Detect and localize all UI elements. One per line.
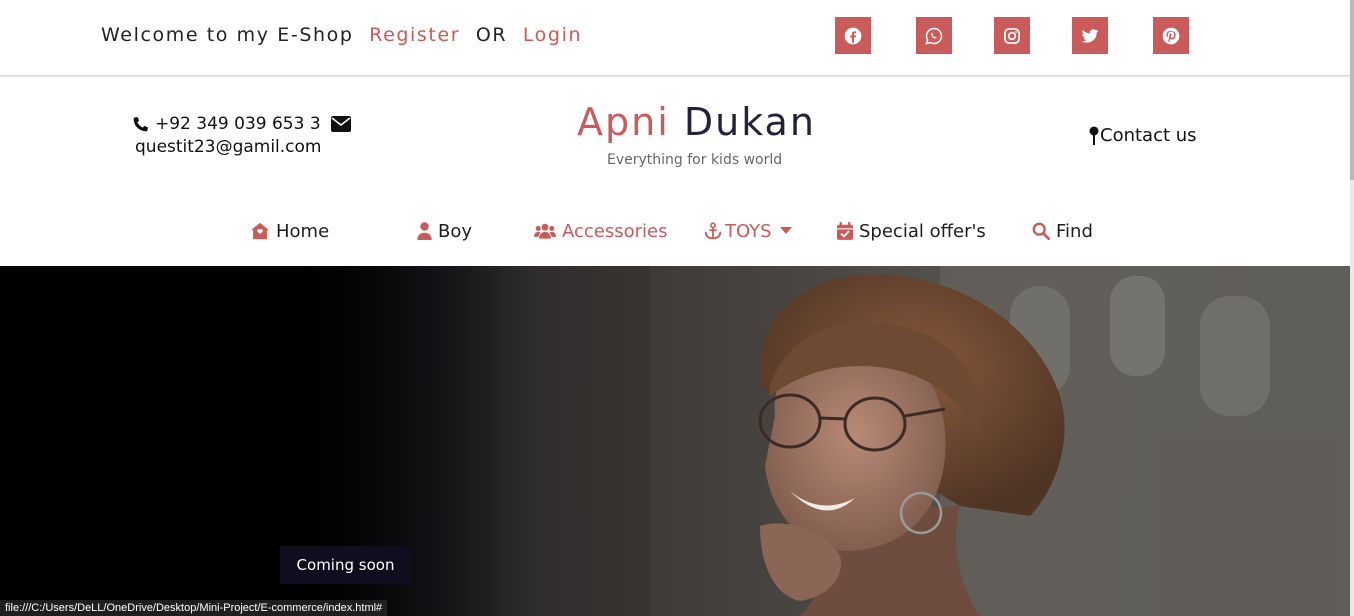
status-bar-url: file:///C:/Users/DeLL/OneDrive/Desktop/M… <box>0 600 388 616</box>
welcome-text: Welcome to my E-Shop <box>101 24 354 46</box>
phone-line: +92 349 039 653 3 <box>132 114 321 134</box>
contact-us-link[interactable]: Contact us <box>1088 125 1197 146</box>
envelope-icon <box>331 116 351 132</box>
scrollbar-thumb[interactable] <box>1350 0 1354 180</box>
caret-down-icon <box>779 227 792 234</box>
anchor-icon <box>704 222 722 240</box>
hero-photo <box>0 266 1350 616</box>
welcome-line: Welcome to my E-Shop Register OR Login <box>101 24 582 46</box>
brand-tagline: Everything for kids world <box>607 152 783 168</box>
hero-banner: Coming soon <box>0 266 1350 616</box>
nav-find-label: Find <box>1056 220 1093 242</box>
facebook-button[interactable] <box>835 17 871 54</box>
instagram-icon <box>1004 27 1020 44</box>
page-scrollbar[interactable] <box>1350 0 1354 616</box>
nav-boy[interactable]: Boy <box>417 219 472 243</box>
calendar-check-icon <box>837 222 853 240</box>
nav-toys-dropdown[interactable]: TOYS <box>703 219 798 243</box>
brand-second-word: Dukan <box>683 100 816 144</box>
nav-special-offers[interactable]: Special offer's <box>837 219 986 243</box>
nav-home-label: Home <box>276 220 330 242</box>
users-icon <box>534 223 556 239</box>
twitter-icon <box>1081 28 1099 43</box>
search-icon <box>1032 222 1050 240</box>
brand-first-word: Apni <box>577 100 670 144</box>
home-icon <box>251 222 269 240</box>
facebook-icon <box>844 27 862 44</box>
user-icon <box>417 222 432 240</box>
whatsapp-icon <box>925 27 943 45</box>
twitter-button[interactable] <box>1072 17 1108 54</box>
nav-accessories[interactable]: Accessories <box>534 219 668 243</box>
nav-toys-label: TOYS <box>725 220 772 242</box>
pinterest-button[interactable] <box>1153 17 1189 54</box>
phone-icon <box>133 117 148 132</box>
whatsapp-button[interactable] <box>916 17 952 54</box>
or-text: OR <box>475 24 508 46</box>
login-link[interactable]: Login <box>523 24 582 46</box>
nav-home[interactable]: Home <box>250 219 329 243</box>
map-pin-icon <box>1089 126 1099 145</box>
pinterest-icon <box>1162 27 1180 44</box>
email-address[interactable]: questit23@gamil.com <box>135 137 322 157</box>
nav-accessories-label: Accessories <box>562 220 668 242</box>
contact-us-label: Contact us <box>1100 125 1197 146</box>
nav-find[interactable]: Find <box>1032 219 1093 243</box>
nav-special-label: Special offer's <box>859 220 986 242</box>
instagram-button[interactable] <box>994 17 1030 54</box>
coming-soon-button[interactable]: Coming soon <box>280 546 411 584</box>
brand-logo[interactable]: Apni Dukan <box>577 100 816 144</box>
nav-boy-label: Boy <box>438 220 473 242</box>
phone-number[interactable]: +92 349 039 653 3 <box>155 114 321 134</box>
register-link[interactable]: Register <box>369 24 460 46</box>
top-bar: Welcome to my E-Shop Register OR Login <box>0 0 1350 76</box>
